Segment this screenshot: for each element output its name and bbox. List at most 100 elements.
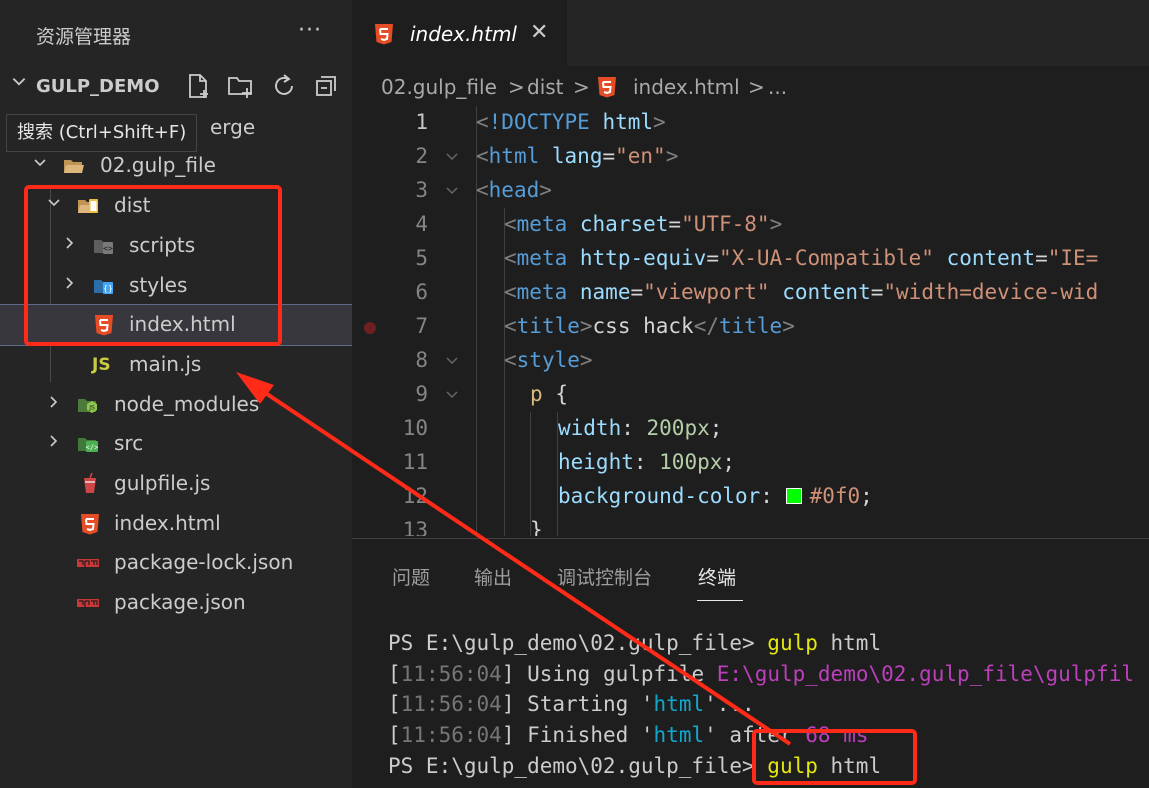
code-token: head [488, 178, 540, 202]
tree-item-src[interactable]: </> src [0, 424, 352, 464]
code-token: !DOCTYPE [488, 110, 590, 134]
fold-chevron-icon[interactable] [444, 350, 460, 366]
tree-item-label: package.json [114, 590, 246, 614]
svg-text:JS: JS [88, 405, 95, 412]
code-line: 9 p { [352, 378, 1149, 412]
tree-item-label: gulpfile.js [114, 471, 211, 495]
tree-item-label: src [114, 431, 144, 455]
new-file-icon[interactable] [184, 72, 212, 100]
fold-chevron-icon[interactable] [444, 146, 460, 162]
refresh-icon[interactable] [270, 72, 298, 100]
breadcrumb: 02.gulp_file > dist > index.html > ... [352, 66, 1149, 106]
html5-icon [78, 512, 102, 536]
breadcrumb-ellipsis[interactable]: ... [768, 75, 787, 99]
code-token: html [488, 144, 540, 168]
bottom-panel: 问题 输出 调试控制台 终端 PS E:\gulp_demo\02.gulp_f… [352, 538, 1149, 788]
html5-icon [595, 75, 619, 99]
gulp-icon [78, 472, 102, 496]
code-line: 13 } [352, 514, 1149, 536]
tab-output[interactable]: 输出 [474, 563, 512, 590]
svg-text:</>: </> [86, 444, 99, 452]
code-token: p [530, 382, 543, 406]
breadcrumb-file[interactable]: index.html [633, 75, 740, 99]
explorer-sidebar: 资源管理器 ··· GULP_DEMO erge 02.gulp_file di… [0, 0, 352, 788]
tree-item-label: package-lock.json [114, 550, 294, 574]
chevron-right-icon [46, 433, 62, 449]
code-line: 8 <style> [352, 344, 1149, 378]
code-line: 11 height: 100px; [352, 446, 1149, 480]
html5-icon [372, 22, 396, 46]
chevron-down-icon [10, 73, 28, 96]
breadcrumb-folder[interactable]: 02.gulp_file [381, 75, 497, 99]
line-number: 5 [415, 246, 428, 270]
js-icon: JS [92, 355, 111, 375]
code-token: "X-UA-Compatible" [718, 246, 934, 270]
code-token: "width=device-wid [883, 280, 1099, 304]
breadcrumb-separator: > [748, 75, 765, 99]
color-swatch[interactable] [785, 488, 802, 504]
workspace-section-header[interactable]: GULP_DEMO [0, 66, 352, 106]
code-line: 2 <html lang="en"> [352, 140, 1149, 174]
breadcrumb-dist[interactable]: dist [527, 75, 564, 99]
code-token: title [516, 314, 580, 338]
code-token: title [718, 314, 783, 338]
line-number: 12 [402, 484, 428, 508]
fold-chevron-icon[interactable] [444, 180, 460, 196]
tab-terminal[interactable]: 终端 [698, 563, 736, 590]
tree-item-label: node_modules [114, 392, 260, 416]
close-icon[interactable]: ✕ [530, 20, 548, 45]
line-number: 2 [415, 144, 428, 168]
code-token: meta [516, 280, 568, 304]
code-line: 4 <meta charset="UTF-8"> [352, 208, 1149, 242]
code-editor[interactable]: 1 <!DOCTYPE html> 2 <html lang="en"> 3 <… [352, 106, 1149, 536]
folder-open-icon [62, 154, 86, 178]
tree-item-package-lock-json[interactable]: package-lock.json [0, 543, 352, 583]
code-token: css hack [592, 314, 694, 338]
code-token: html [602, 110, 654, 134]
line-number: 1 [415, 110, 428, 134]
tree-item-index-html[interactable]: index.html [0, 504, 352, 544]
tree-item-label: erge [210, 115, 256, 139]
code-token: { [555, 382, 568, 406]
code-line: 5 <meta http-equiv="X-UA-Compatible" con… [352, 242, 1149, 276]
tree-item-package-json[interactable]: package.json [0, 583, 352, 623]
code-token: name [579, 280, 631, 304]
fold-chevron-icon[interactable] [444, 384, 460, 400]
chevron-right-icon [46, 394, 62, 410]
tab-index-html[interactable]: index.html ✕ [352, 0, 567, 66]
code-token: style [516, 348, 580, 372]
tab-label: index.html [410, 22, 517, 46]
breadcrumb-separator: > [508, 75, 525, 99]
code-line: 3 <head> [352, 174, 1149, 208]
line-number: 4 [415, 212, 428, 236]
tree-item-02-gulp-file[interactable]: 02.gulp_file [0, 146, 352, 186]
tab-problems[interactable]: 问题 [392, 563, 430, 590]
line-number: 11 [402, 450, 428, 474]
code-token: meta [516, 246, 568, 270]
more-actions-button[interactable]: ··· [298, 18, 322, 43]
tree-item-gulpfile-js[interactable]: gulpfile.js [0, 464, 352, 504]
code-token: #0f0 [809, 484, 861, 508]
line-number: 13 [402, 518, 428, 536]
terminal-line: [11:56:04] Starting 'html'... [388, 692, 755, 716]
line-number: 9 [415, 382, 428, 406]
code-token: lang [551, 144, 603, 168]
tree-item-main-js[interactable]: JS main.js [0, 345, 352, 385]
collapse-all-icon[interactable] [312, 72, 340, 100]
tree-item-label: index.html [114, 511, 221, 535]
code-token: "IE= [1047, 246, 1099, 270]
tree-item-node-modules[interactable]: JS node_modules [0, 385, 352, 425]
npm-icon [76, 551, 100, 575]
code-token: charset [579, 212, 669, 236]
code-line: 6 <meta name="viewport" content="width=d… [352, 276, 1149, 310]
line-number: 10 [402, 416, 428, 440]
code-token: meta [516, 212, 568, 236]
editor-tab-bar: index.html ✕ [352, 0, 1149, 66]
code-line: 10 width: 200px; [352, 412, 1149, 446]
terminal-line: PS E:\gulp_demo\02.gulp_file> gulp html [388, 631, 882, 655]
tab-debug-console[interactable]: 调试控制台 [557, 563, 652, 590]
code-token: http-equiv [579, 246, 707, 270]
npm-icon [76, 591, 100, 615]
new-folder-icon[interactable] [226, 72, 254, 100]
code-token: width [558, 416, 622, 440]
